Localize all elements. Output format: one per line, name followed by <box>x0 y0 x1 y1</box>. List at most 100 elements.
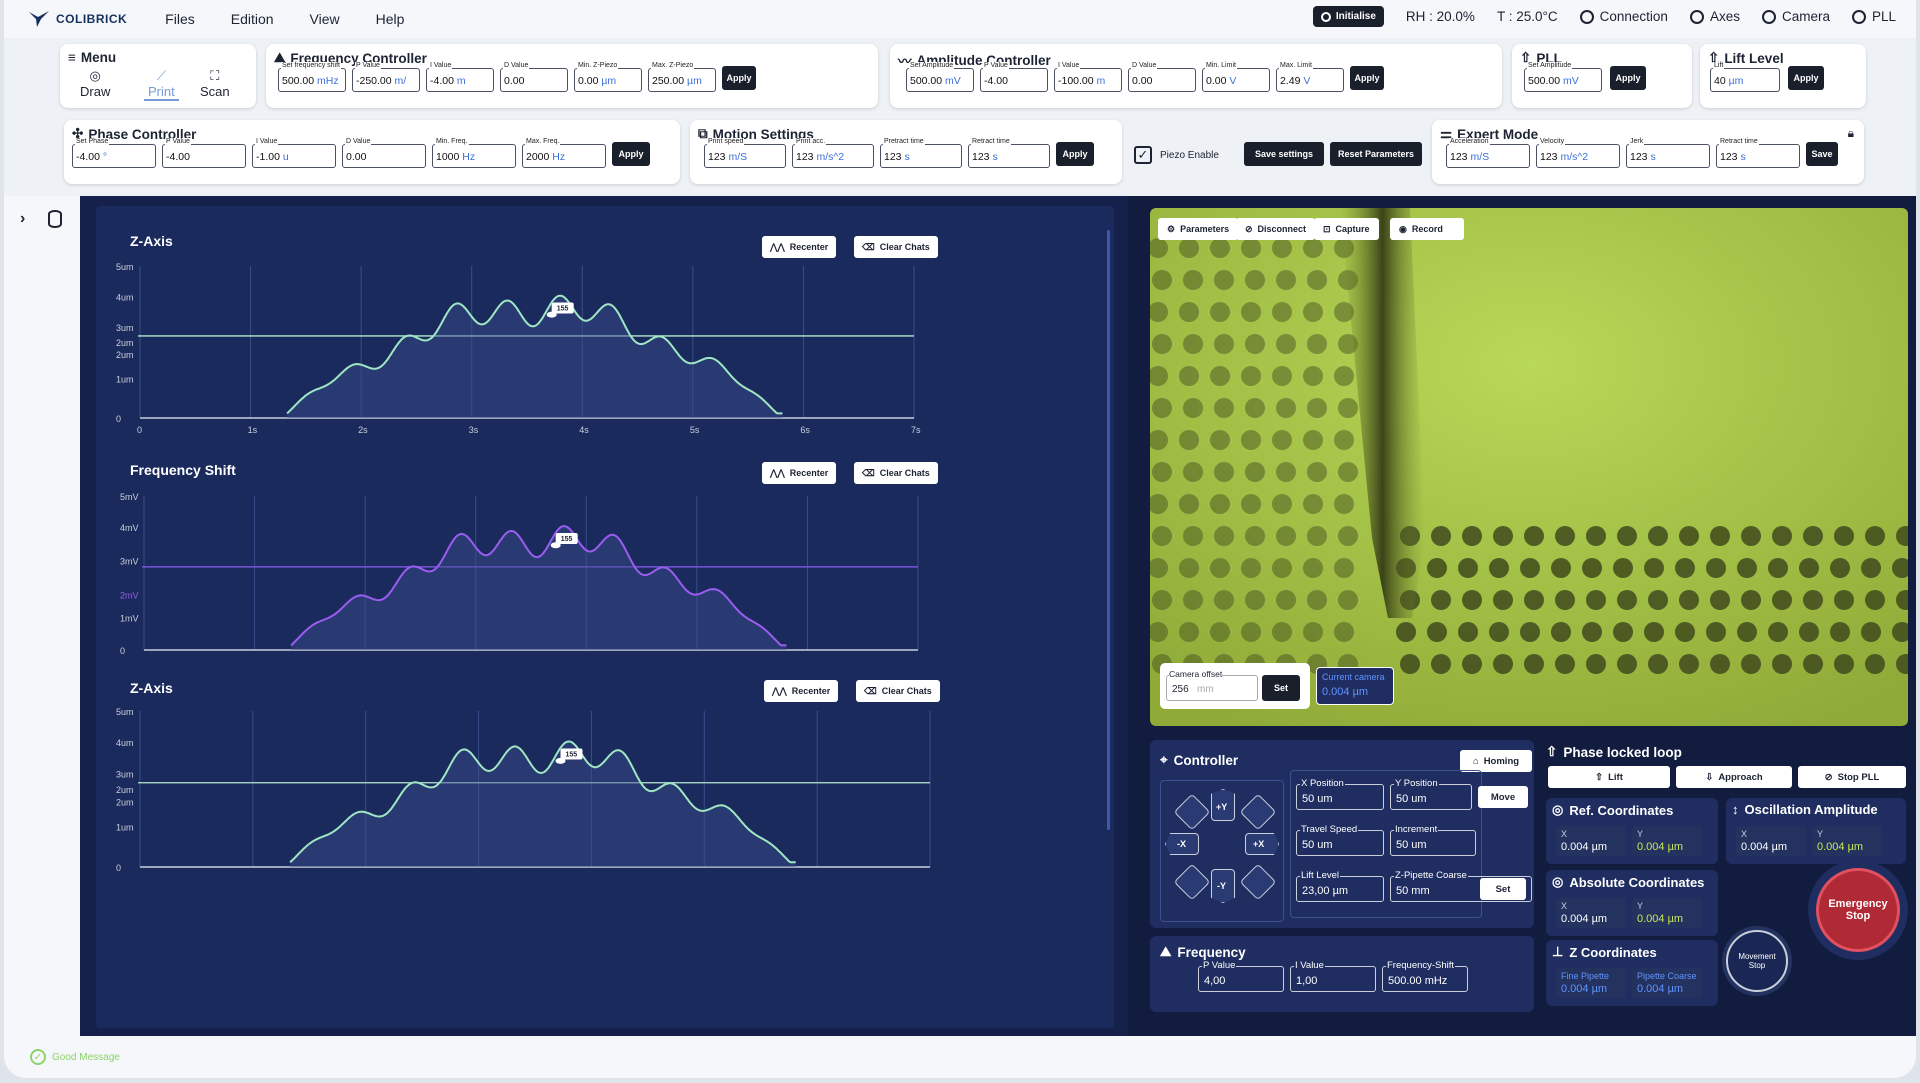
freq_ctrl-field-2[interactable]: I Value -4.00 m <box>426 62 494 92</box>
frequency-shift-value: 500.00 mHz <box>1388 975 1448 987</box>
freq_ctrl-field-5[interactable]: Max. Z-Piezo 250.00 µm <box>648 62 716 92</box>
freq_ctrl-field-3[interactable]: D Value 0.00 <box>500 62 568 92</box>
menu-files[interactable]: Files <box>165 11 195 27</box>
frequency-i-input[interactable]: I Value 1,00 <box>1290 960 1376 992</box>
travel-speed-input[interactable]: Travel Speed 50 um <box>1296 824 1384 856</box>
substrate-dot <box>1179 558 1199 578</box>
amp_ctrl-field-1[interactable]: P Value -4.00 <box>980 62 1048 92</box>
ref-x-value: 0.004 µm <box>1561 841 1608 853</box>
chevron-right-icon[interactable]: › <box>20 210 25 228</box>
charts-area: Z-Axis 5um 4um 3um 2um 2um 1um 0 0 1s 2s 3s 4s 5s 6s 7s… <box>80 196 1128 1036</box>
motion-field-3[interactable]: Retract time 123 s <box>968 138 1050 168</box>
axes-status[interactable]: Axes <box>1689 9 1740 24</box>
freq_ctrl-field-1[interactable]: P Value -250.00 m/ <box>352 62 420 92</box>
jog-diagonal-down-right[interactable] <box>1239 863 1277 901</box>
disconnect-button[interactable]: ⊘ Disconnect <box>1236 218 1316 240</box>
phase_ctrl-field-1[interactable]: P Value -4.00 <box>162 138 246 168</box>
freq_ctrl-field-0[interactable]: Set frequency shift 500.00 mHz <box>278 62 346 92</box>
phase_ctrl-field-3[interactable]: D Value 0.00 <box>342 138 426 168</box>
motion-field-2[interactable]: Pretract time 123 s <box>880 138 962 168</box>
scan-mode-button[interactable]: ⛶ Scan <box>200 68 230 99</box>
record-button[interactable]: ◉ Record <box>1390 218 1464 240</box>
phase_ctrl-field-2[interactable]: I Value -1.00 u <box>252 138 336 168</box>
lift-level-input[interactable]: Lift Level 23,00 µm <box>1296 870 1384 902</box>
piezo-enable-checkbox[interactable]: ✓ <box>1134 146 1152 164</box>
jog-diagonal-down-left[interactable] <box>1173 863 1211 901</box>
lift_panel-field-0[interactable]: Lift 40 µm <box>1710 62 1780 92</box>
expert-field-3[interactable]: Retract time 123 s <box>1716 138 1800 168</box>
camera-offset-input[interactable]: Camera offset 256 mm <box>1166 669 1258 701</box>
menu-edition[interactable]: Edition <box>231 11 274 27</box>
pll-lift-button[interactable]: ⇧ Lift <box>1548 766 1670 788</box>
save-settings-button[interactable]: Save settings <box>1244 142 1324 166</box>
amp_ctrl-apply-button[interactable]: Apply <box>1350 66 1384 90</box>
draw-mode-button[interactable]: ◎ Draw <box>80 68 110 99</box>
substrate-dot <box>1772 654 1792 674</box>
camera-offset-set-button[interactable]: Set <box>1262 675 1300 701</box>
move-button[interactable]: Move <box>1478 786 1528 808</box>
recenter-button[interactable]: ⋀⋀ Recenter <box>762 236 837 258</box>
substrate-dot <box>1241 430 1261 450</box>
phase_ctrl-apply-button[interactable]: Apply <box>612 142 650 166</box>
amp_ctrl-field-3[interactable]: D Value 0.00 <box>1128 62 1196 92</box>
substrate-dot <box>1675 558 1695 578</box>
pll_panel-field-0[interactable]: Set Amplitude 500.00 mV <box>1524 62 1602 92</box>
motion-field-0[interactable]: Print speed 123 m/S <box>704 138 786 168</box>
lift_panel-apply-button[interactable]: Apply <box>1788 66 1824 90</box>
substrate-dot <box>1462 654 1482 674</box>
clear-chats-button[interactable]: ⌫ Clear Chats <box>854 236 938 258</box>
recenter-button[interactable]: ⋀⋀ Recenter <box>764 680 839 702</box>
menu-view[interactable]: View <box>310 11 340 27</box>
stop-pll-button[interactable]: ⊘ Stop PLL <box>1798 766 1906 788</box>
freq_ctrl-apply-button[interactable]: Apply <box>722 66 756 90</box>
frequency-shift-input[interactable]: Frequency-Shift 500.00 mHz <box>1382 960 1468 992</box>
phase_ctrl-field-4[interactable]: Min. Freq. 1000 Hz <box>432 138 516 168</box>
emergency-stop-button[interactable]: Emergency Stop <box>1816 868 1900 952</box>
expert-field-1[interactable]: Velocity 123 m/s^2 <box>1536 138 1620 168</box>
y-position-input[interactable]: Y Position 50 um <box>1390 778 1472 810</box>
scrollbar[interactable] <box>1107 230 1110 830</box>
z-pipette-set-button[interactable]: Set <box>1480 878 1526 900</box>
camera-status[interactable]: Camera <box>1761 9 1830 24</box>
initialise-button[interactable]: Initialise <box>1312 6 1384 27</box>
increment-input[interactable]: Increment 50 um <box>1390 824 1476 856</box>
motion-apply-button[interactable]: Apply <box>1056 142 1094 166</box>
reset-parameters-button[interactable]: Reset Parameters <box>1330 142 1422 166</box>
connection-status[interactable]: Connection <box>1579 9 1668 24</box>
jog-diagonal-up-left[interactable] <box>1173 793 1211 831</box>
movement-stop-button[interactable]: Movement Stop <box>1726 930 1788 992</box>
chart-1: Frequency Shift 5mV 4mV 3mV 2mV 1mV 0 155 <box>120 462 919 656</box>
clear-chats-button[interactable]: ⌫ Clear Chats <box>854 462 938 484</box>
expert-save-button[interactable]: Save <box>1806 142 1838 166</box>
homing-button[interactable]: ⌂ Homing <box>1460 750 1532 772</box>
capture-button[interactable]: ⊡ Capture <box>1314 218 1379 240</box>
pll-status[interactable]: PLL <box>1851 9 1896 24</box>
motion-field-1[interactable]: Print acc. 123 m/s^2 <box>792 138 874 168</box>
x-tick-label: 3s <box>469 425 479 435</box>
amp_ctrl-field-2[interactable]: I Value -100.00 m <box>1054 62 1122 92</box>
freq_ctrl-field-4[interactable]: Min. Z-Piezo 0.00 µm <box>574 62 642 92</box>
clear-chats-button[interactable]: ⌫ Clear Chats <box>856 680 940 702</box>
amp_ctrl-field-5[interactable]: Max. Limit 2.49 V <box>1276 62 1344 92</box>
frequency-p-input[interactable]: P Value 4,00 <box>1198 960 1284 992</box>
lock-icon[interactable]: 🔒︎ <box>1848 126 1854 141</box>
field-value: -1.00 u <box>256 151 289 163</box>
amp_ctrl-field-4[interactable]: Min. Limit 0.00 V <box>1202 62 1270 92</box>
expert-field-2[interactable]: Jerk 123 s <box>1626 138 1710 168</box>
database-icon[interactable] <box>48 210 62 228</box>
amp_ctrl-field-0[interactable]: Set Amplitude 500.00 mV <box>906 62 974 92</box>
lift-level-panel: ⇧ Lift Level Lift 40 µm Apply <box>1700 44 1866 108</box>
substrate-dot <box>1551 558 1571 578</box>
print-mode-button[interactable]: ⟋ Print <box>144 68 179 101</box>
pll_panel-apply-button[interactable]: Apply <box>1610 66 1646 90</box>
recenter-button[interactable]: ⋀⋀ Recenter <box>762 462 837 484</box>
x-position-input[interactable]: X Position 50 um <box>1296 778 1384 810</box>
sidebar: › <box>4 196 80 1036</box>
jog-diagonal-up-right[interactable] <box>1239 793 1277 831</box>
approach-button[interactable]: ⇩ Approach <box>1676 766 1792 788</box>
menu-help[interactable]: Help <box>376 11 405 27</box>
phase_ctrl-field-0[interactable]: Set Phase -4.00 ° <box>72 138 156 168</box>
expert-field-0[interactable]: Acceleration 123 m/S <box>1446 138 1530 168</box>
phase_ctrl-field-5[interactable]: Max. Freq. 2000 Hz <box>522 138 606 168</box>
parameters-button[interactable]: ⚙ Parameters <box>1158 218 1239 240</box>
